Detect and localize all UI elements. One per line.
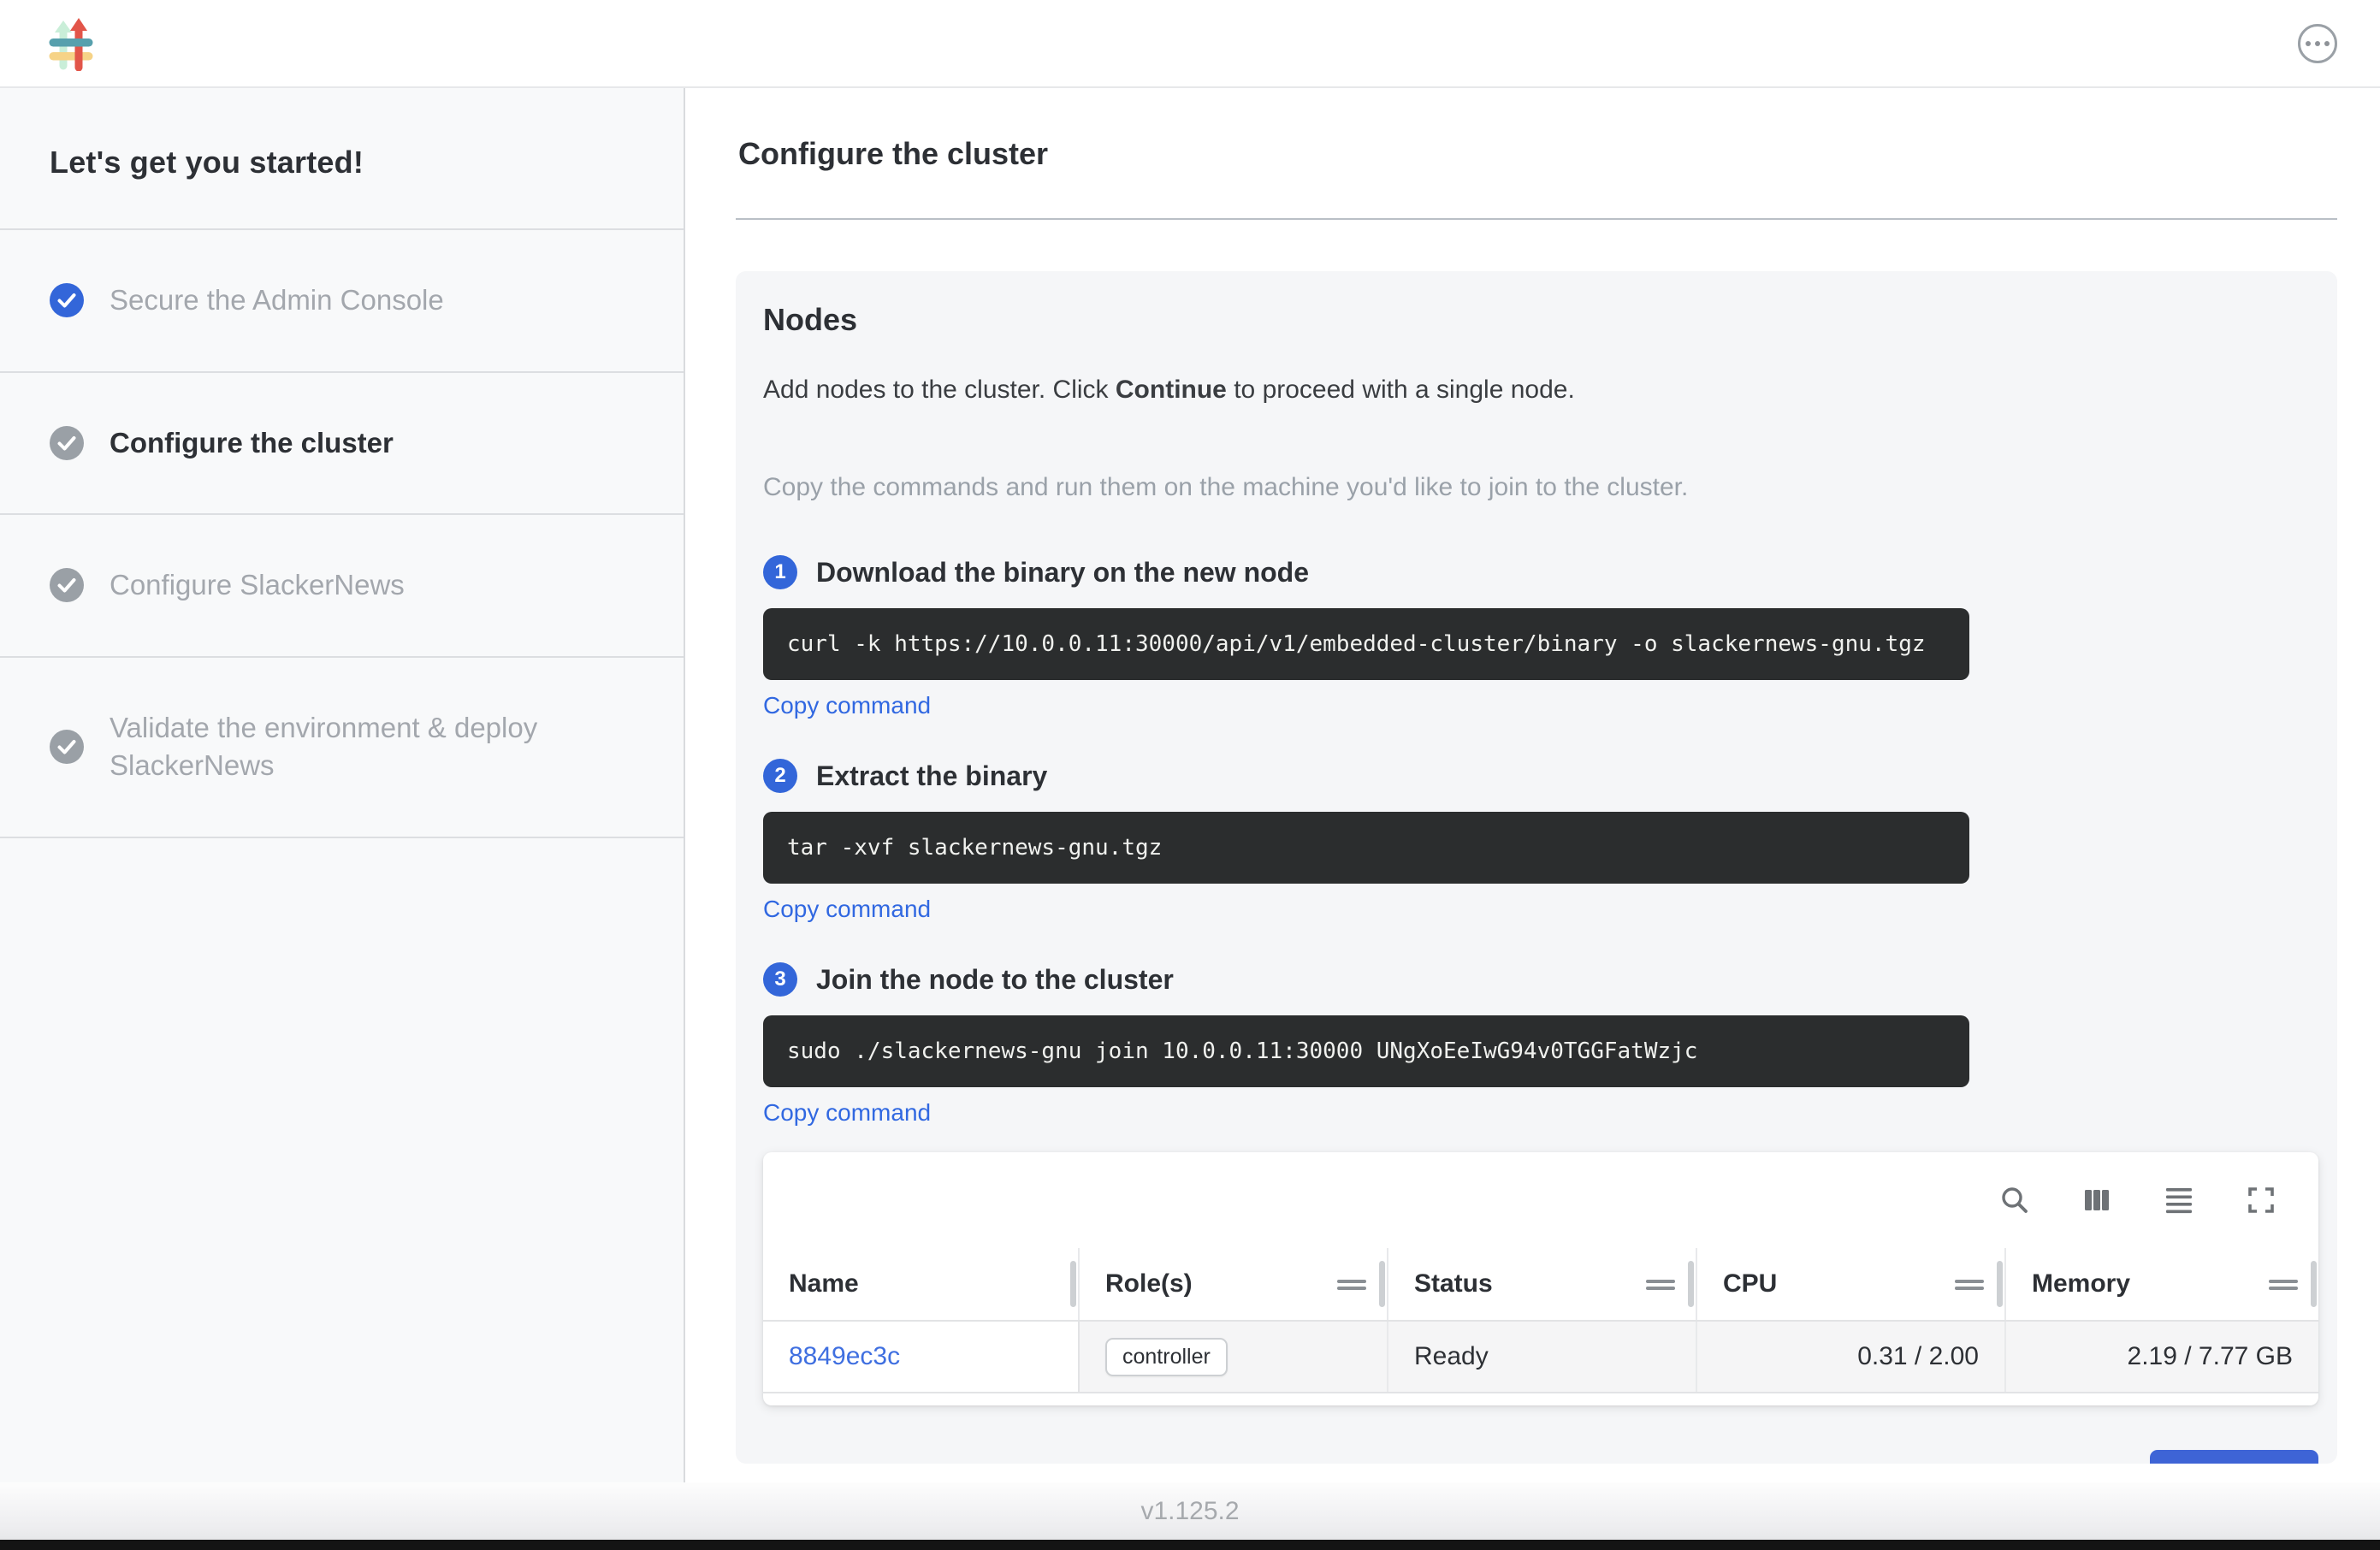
page-title: Configure the cluster xyxy=(738,136,2337,172)
title-divider xyxy=(736,218,2337,220)
step-2-badge: 2 xyxy=(763,759,797,793)
column-header-cpu[interactable]: CPU xyxy=(1697,1248,2006,1320)
column-header-label: Memory xyxy=(2032,1269,2130,1299)
nodes-card: Nodes Add nodes to the cluster. Click Co… xyxy=(736,271,2337,1464)
show-hide-columns-icon xyxy=(2081,1184,2113,1216)
node-memory-cell: 2.19 / 7.77 GB xyxy=(2006,1322,2318,1392)
main-panel: Configure the cluster Nodes Add nodes to… xyxy=(685,88,2380,1482)
ellipsis-icon xyxy=(2306,41,2311,46)
step-1-command-text: curl -k https://10.0.0.11:30000/api/v1/e… xyxy=(787,631,1926,657)
copy-command-link-3[interactable]: Copy command xyxy=(763,1099,931,1127)
nodes-heading: Nodes xyxy=(763,302,2318,338)
step-1-command-block: curl -k https://10.0.0.11:30000/api/v1/e… xyxy=(763,608,1969,680)
sidebar-item-secure-admin-console[interactable]: Secure the Admin Console xyxy=(0,230,684,373)
footer: v1.125.2 xyxy=(0,1482,2380,1540)
slackernews-logo-icon xyxy=(48,16,94,71)
fullscreen-icon xyxy=(2245,1184,2277,1216)
sidebar-item-label: Configure the cluster xyxy=(110,424,394,463)
column-header-name[interactable]: Name xyxy=(763,1248,1080,1320)
node-status-cell: Ready xyxy=(1388,1322,1697,1392)
density-icon xyxy=(2163,1184,2195,1216)
ellipsis-icon xyxy=(2315,41,2320,46)
sidebar-item-validate-deploy[interactable]: Validate the environment & deploy Slacke… xyxy=(0,658,684,838)
sidebar-item-configure-cluster[interactable]: Configure the cluster xyxy=(0,373,684,516)
column-resize-handle[interactable] xyxy=(2311,1261,2317,1307)
copy-instruction-text: Copy the commands and run them on the ma… xyxy=(763,473,2318,502)
sidebar-item-configure-slackernews[interactable]: Configure SlackerNews xyxy=(0,515,684,658)
drag-handle-icon[interactable] xyxy=(1337,1276,1366,1292)
intro-prefix: Add nodes to the cluster. Click xyxy=(763,376,1116,404)
column-header-label: Status xyxy=(1414,1269,1493,1299)
column-header-roles[interactable]: Role(s) xyxy=(1080,1248,1388,1320)
column-resize-handle[interactable] xyxy=(1688,1261,1694,1307)
top-bar xyxy=(0,0,2380,88)
fullscreen-toggle-button[interactable] xyxy=(2245,1184,2277,1216)
node-cpu-cell: 0.31 / 2.00 xyxy=(1697,1322,2006,1392)
sidebar-item-label: Validate the environment & deploy Slacke… xyxy=(110,709,632,785)
node-name-cell: 8849ec3c xyxy=(763,1322,1080,1392)
copy-command-link-1[interactable]: Copy command xyxy=(763,692,931,719)
step-1-badge: 1 xyxy=(763,555,797,589)
column-header-memory[interactable]: Memory xyxy=(2006,1248,2318,1320)
ellipsis-icon xyxy=(2324,41,2330,46)
nodes-table-card: Name Role(s) Status xyxy=(763,1152,2318,1405)
check-circle-icon xyxy=(50,426,84,460)
column-resize-handle[interactable] xyxy=(1997,1261,2003,1307)
step-2-command-block: tar -xvf slackernews-gnu.tgz xyxy=(763,812,1969,884)
density-toggle-button[interactable] xyxy=(2163,1184,2195,1216)
step-3-command-text: sudo ./slackernews-gnu join 10.0.0.11:30… xyxy=(787,1038,1697,1064)
table-row: 8849ec3c controller Ready 0.31 / 2.00 2.… xyxy=(763,1322,2318,1393)
app-window: Let's get you started! Secure the Admin … xyxy=(0,0,2380,1550)
continue-row: Continue xyxy=(763,1450,2318,1464)
step-3-header: 3 Join the node to the cluster xyxy=(763,962,2318,997)
check-circle-icon xyxy=(50,283,84,317)
intro-suffix: to proceed with a single node. xyxy=(1227,376,1575,404)
column-header-status[interactable]: Status xyxy=(1388,1248,1697,1320)
menu-button[interactable] xyxy=(2298,24,2337,63)
check-circle-icon xyxy=(50,568,84,602)
node-roles-cell: controller xyxy=(1080,1322,1388,1392)
drag-handle-icon[interactable] xyxy=(1955,1276,1984,1292)
content-area: Let's get you started! Secure the Admin … xyxy=(0,88,2380,1482)
drag-handle-icon[interactable] xyxy=(1646,1276,1675,1292)
column-resize-handle[interactable] xyxy=(1070,1261,1076,1307)
table-search-button[interactable] xyxy=(1998,1184,2031,1216)
step-1-label: Download the binary on the new node xyxy=(816,557,1309,589)
setup-sidebar: Let's get you started! Secure the Admin … xyxy=(0,88,685,1482)
role-chip: controller xyxy=(1105,1338,1228,1376)
column-resize-handle[interactable] xyxy=(1379,1261,1385,1307)
sidebar-title: Let's get you started! xyxy=(0,88,684,230)
nodes-intro: Add nodes to the cluster. Click Continue… xyxy=(763,376,2318,405)
step-2-header: 2 Extract the binary xyxy=(763,759,2318,793)
check-circle-icon xyxy=(50,730,84,764)
show-hide-columns-button[interactable] xyxy=(2081,1184,2113,1216)
step-2-command-text: tar -xvf slackernews-gnu.tgz xyxy=(787,835,1162,861)
bottom-edge-strip xyxy=(0,1540,2380,1550)
search-icon xyxy=(1998,1184,2031,1216)
step-3-command-block: sudo ./slackernews-gnu join 10.0.0.11:30… xyxy=(763,1015,1969,1087)
continue-button[interactable]: Continue xyxy=(2150,1450,2318,1464)
column-header-label: Name xyxy=(789,1269,859,1299)
copy-command-link-2[interactable]: Copy command xyxy=(763,896,931,923)
step-3-label: Join the node to the cluster xyxy=(816,964,1174,996)
sidebar-item-label: Secure the Admin Console xyxy=(110,281,444,320)
drag-handle-icon[interactable] xyxy=(2269,1276,2298,1292)
column-header-label: Role(s) xyxy=(1105,1269,1193,1299)
step-3-badge: 3 xyxy=(763,962,797,997)
intro-bold: Continue xyxy=(1116,376,1227,404)
node-name-link[interactable]: 8849ec3c xyxy=(789,1342,900,1371)
version-text: v1.125.2 xyxy=(1140,1497,1239,1526)
sidebar-item-label: Configure SlackerNews xyxy=(110,566,405,605)
table-header-row: Name Role(s) Status xyxy=(763,1248,2318,1322)
column-header-label: CPU xyxy=(1723,1269,1777,1299)
step-2-label: Extract the binary xyxy=(816,760,1047,792)
table-toolbar xyxy=(763,1152,2318,1248)
step-1-header: 1 Download the binary on the new node xyxy=(763,555,2318,589)
